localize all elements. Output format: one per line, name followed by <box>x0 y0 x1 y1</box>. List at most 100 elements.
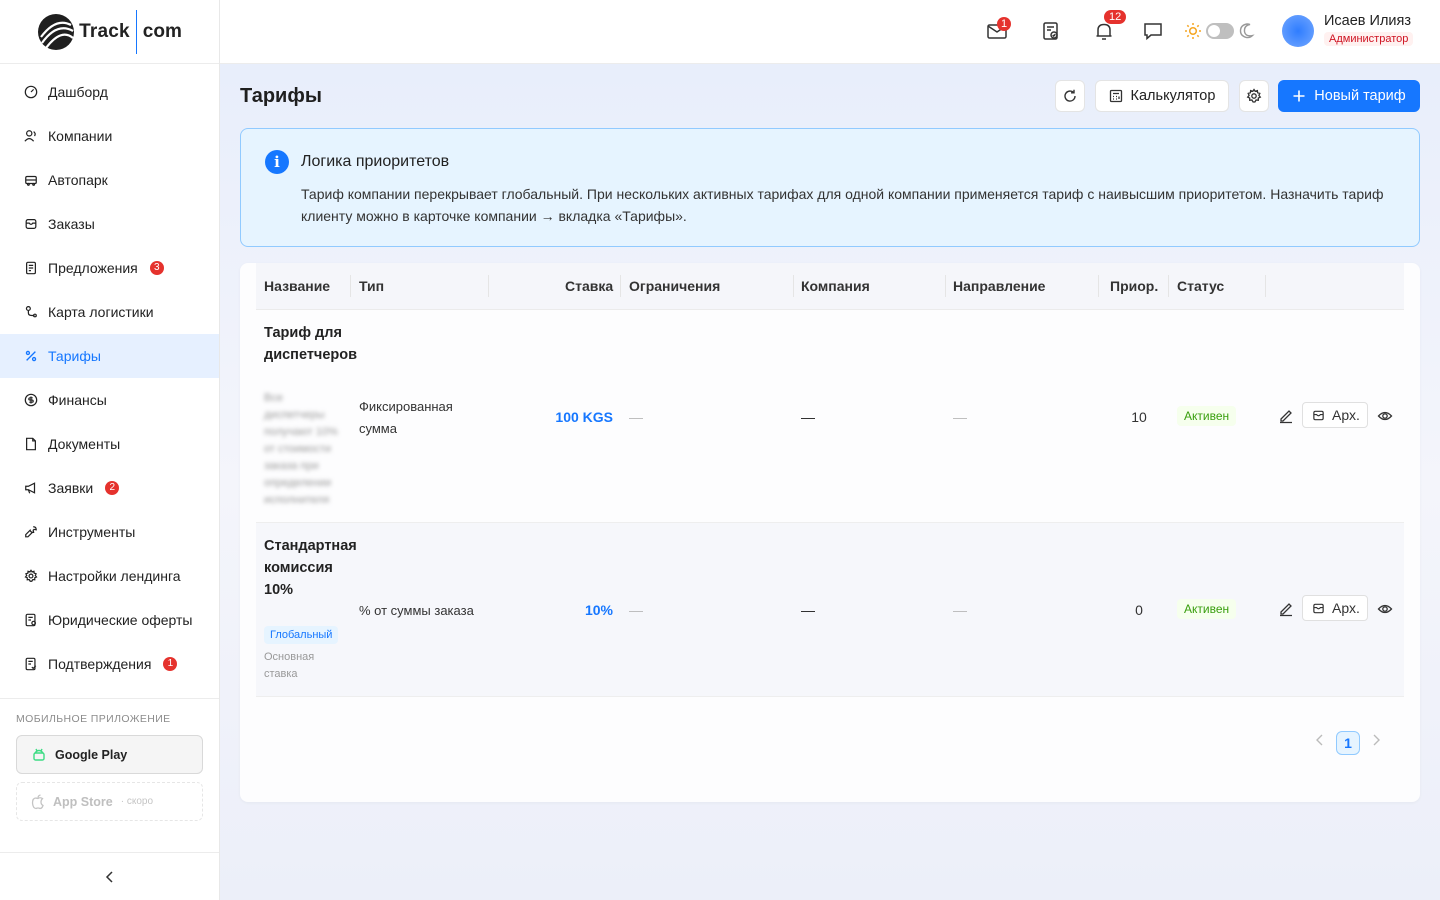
new-tariff-button[interactable]: Новый тариф <box>1278 80 1420 112</box>
tariff-limits: — <box>629 409 643 425</box>
theme-toggle[interactable] <box>1206 23 1234 39</box>
tariffs-table-card: Название Тип Ставка Ограничения Компания… <box>240 263 1420 802</box>
archive-button[interactable]: Арх. <box>1302 402 1368 428</box>
sidebar-item-label: Карта логистики <box>48 304 154 320</box>
edit-button[interactable] <box>1278 408 1294 424</box>
col-separator <box>350 275 351 297</box>
col-limits[interactable]: Ограничения <box>629 278 720 294</box>
edit-button[interactable] <box>1278 601 1294 617</box>
col-rate[interactable]: Ставка <box>565 278 613 294</box>
chat-button[interactable] <box>1142 20 1164 42</box>
refresh-button[interactable] <box>1055 80 1085 112</box>
sidebar-item-documents[interactable]: Документы <box>0 422 219 466</box>
sidebar-item-landing-settings[interactable]: Настройки лендинга <box>0 554 219 598</box>
truck-icon <box>25 175 37 186</box>
logo-text: Track <box>79 20 130 42</box>
app-store-label: App Store <box>53 794 113 809</box>
col-direction[interactable]: Направление <box>953 278 1045 294</box>
mobile-app-title: МОБИЛЬНОЕ ПРИЛОЖЕНИЕ <box>16 713 171 725</box>
sidebar-item-fleet[interactable]: Автопарк <box>0 158 219 202</box>
app-store-button: App Store · скоро <box>16 782 203 821</box>
wrench-icon <box>25 526 37 538</box>
orders-icon <box>25 219 37 229</box>
sidebar-item-tariffs[interactable]: Тарифы <box>0 334 219 378</box>
sidebar-item-label: Заказы <box>48 216 95 232</box>
col-company[interactable]: Компания <box>801 278 870 294</box>
archive-label: Арх. <box>1332 407 1360 423</box>
notifications-button[interactable]: 12 <box>1093 10 1127 42</box>
calculator-button[interactable]: Калькулятор <box>1095 80 1229 112</box>
tariff-priority: 10 <box>1131 409 1147 425</box>
app-store-note: · скоро <box>120 796 154 807</box>
col-type[interactable]: Тип <box>359 278 384 294</box>
tariff-direction: — <box>953 409 967 425</box>
sidebar-item-confirmations[interactable]: Подтверждения 1 <box>0 642 219 686</box>
sidebar-item-label: Финансы <box>48 392 107 408</box>
tariff-direction: — <box>953 602 967 618</box>
sidebar-item-dashboard[interactable]: Дашборд <box>0 70 219 114</box>
table-row[interactable]: Стандартная комиссия 10% Глобальный Осно… <box>256 523 1404 697</box>
logo[interactable]: Track com <box>0 0 219 64</box>
col-separator <box>1265 275 1266 297</box>
calculator-label: Калькулятор <box>1130 88 1216 104</box>
chevron-right-icon <box>1373 734 1380 746</box>
mail-button[interactable]: 1 <box>986 17 1012 42</box>
tariff-company: — <box>801 409 815 425</box>
confirmations-count-badge: 1 <box>163 657 178 671</box>
eye-icon <box>1377 604 1393 614</box>
view-button[interactable] <box>1377 601 1393 617</box>
apple-icon <box>31 793 44 809</box>
user-avatar[interactable] <box>1282 15 1314 47</box>
sidebar-item-legal-offers[interactable]: Юридические оферты <box>0 598 219 642</box>
sun-icon <box>1184 22 1206 44</box>
view-button[interactable] <box>1377 408 1393 424</box>
page-1-button[interactable]: 1 <box>1336 731 1360 755</box>
table-row[interactable]: Тариф для диспетчеров Все диспетчеры пол… <box>256 310 1404 523</box>
tariff-rate: 10% <box>584 602 613 618</box>
tariff-name[interactable]: Тариф для диспетчеров <box>264 322 357 366</box>
sidebar-item-finance[interactable]: Финансы <box>0 378 219 422</box>
settings-button[interactable] <box>1239 80 1269 112</box>
status-badge: Активен <box>1177 599 1237 619</box>
sidebar-item-offers[interactable]: Предложения 3 <box>0 246 219 290</box>
sidebar-item-label: Настройки лендинга <box>48 568 181 584</box>
mail-badge: 1 <box>997 17 1012 31</box>
table-header: Название Тип Ставка Ограничения Компания… <box>256 263 1404 310</box>
eye-icon <box>1377 411 1393 421</box>
sidebar-item-logistics-map[interactable]: Карта логистики <box>0 290 219 334</box>
tariff-type: Фиксированная сумма <box>359 399 453 436</box>
collapse-sidebar-button[interactable] <box>0 852 219 900</box>
col-name[interactable]: Название <box>264 278 330 294</box>
mobile-app-section: МОБИЛЬНОЕ ПРИЛОЖЕНИЕ Google Play App Sto… <box>0 698 219 829</box>
archive-button[interactable]: Арх. <box>1302 595 1368 621</box>
offers-count-badge: 3 <box>149 261 164 275</box>
chat-icon <box>1144 23 1162 41</box>
sidebar-item-label: Компании <box>48 128 113 144</box>
status-badge: Активен <box>1177 406 1237 426</box>
prev-page-button[interactable] <box>1315 733 1325 750</box>
user-name[interactable]: Исаев Илияз <box>1324 13 1411 29</box>
percent-icon <box>25 350 37 362</box>
google-play-label: Google Play <box>55 747 128 762</box>
plus-icon <box>1293 90 1305 102</box>
legal-icon <box>25 613 36 627</box>
next-page-button[interactable] <box>1371 733 1381 750</box>
info-text: Тариф компании перекрывает глобальный. П… <box>301 186 1384 224</box>
col-status[interactable]: Статус <box>1177 278 1224 294</box>
tariff-name[interactable]: Стандартная комиссия 10% <box>264 535 357 601</box>
tasks-button[interactable] <box>1040 20 1062 42</box>
sidebar-item-tools[interactable]: Инструменты <box>0 510 219 554</box>
archive-icon <box>1313 410 1324 420</box>
notifications-badge: 12 <box>1104 10 1127 24</box>
col-separator <box>620 275 621 297</box>
google-play-button[interactable]: Google Play <box>16 735 203 774</box>
sidebar-item-requests[interactable]: Заявки 2 <box>0 466 219 510</box>
sidebar-item-companies[interactable]: Компании <box>0 114 219 158</box>
sidebar-item-orders[interactable]: Заказы <box>0 202 219 246</box>
calculator-icon <box>1109 89 1122 103</box>
priority-info-alert: i Логика приоритетов Тариф компании пере… <box>240 128 1420 247</box>
col-separator <box>945 275 946 297</box>
gear-icon <box>24 569 38 582</box>
col-separator <box>1168 275 1169 297</box>
col-priority[interactable]: Приор. <box>1110 278 1158 294</box>
